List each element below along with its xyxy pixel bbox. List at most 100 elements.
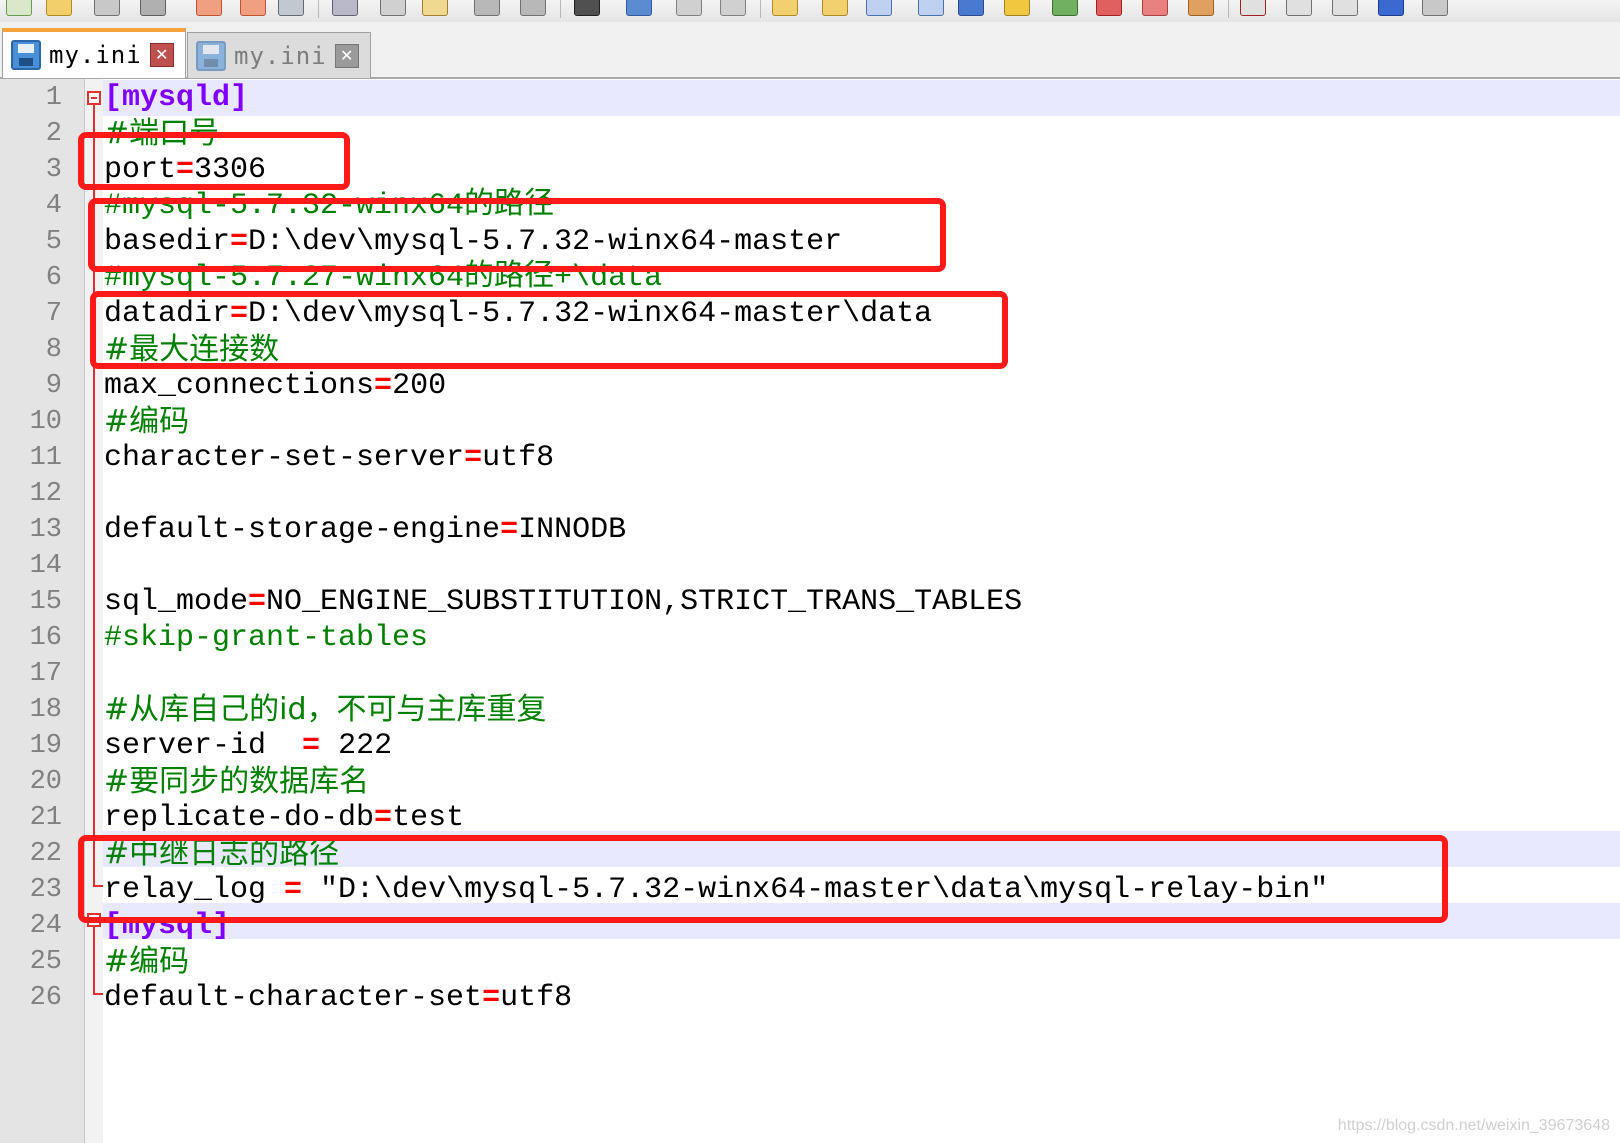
zoom-in-icon[interactable] xyxy=(676,0,702,16)
line-number: 3 xyxy=(45,155,62,185)
line-number: 4 xyxy=(45,191,62,221)
section-highlight-row xyxy=(103,80,1620,116)
assign-operator: = xyxy=(500,513,519,547)
config-value: INNODB xyxy=(518,513,627,547)
code-line[interactable]: #编码 xyxy=(104,404,189,440)
annotation-box-datadir xyxy=(90,291,1008,369)
code-line[interactable]: default-storage-engine=INNODB xyxy=(104,512,626,548)
sync-horizontal-icon[interactable] xyxy=(822,0,848,16)
code-line[interactable]: [mysqld] xyxy=(104,80,248,116)
redo-icon[interactable] xyxy=(520,0,546,16)
code-line[interactable]: replicate-do-db=test xyxy=(104,800,464,836)
line-number: 16 xyxy=(29,623,62,653)
line-number: 14 xyxy=(29,551,62,581)
code-line[interactable]: #从库自己的id，不可与主库重复 xyxy=(104,692,547,728)
code-line[interactable]: #要同步的数据库名 xyxy=(104,764,369,800)
line-number: 5 xyxy=(45,227,62,257)
line-number: 15 xyxy=(29,587,62,617)
assign-operator: = xyxy=(482,981,501,1015)
language-icon[interactable] xyxy=(1004,0,1030,16)
save-all-icon[interactable] xyxy=(140,0,166,16)
zoom-out-icon[interactable] xyxy=(720,0,746,16)
line-number: 22 xyxy=(29,839,62,869)
line-number: 6 xyxy=(45,263,62,293)
fold-collapse-icon[interactable] xyxy=(87,91,101,105)
macro-record-icon[interactable] xyxy=(1240,0,1266,16)
print-icon[interactable] xyxy=(278,0,304,16)
assign-operator: = xyxy=(248,585,267,619)
line-number: 9 xyxy=(45,371,62,401)
macro-save-icon[interactable] xyxy=(1422,0,1448,16)
code-editor[interactable]: 1 2 3 4 5 6 7 8 9 10 11 12 13 14 15 16 1… xyxy=(0,79,1620,1143)
assign-operator: = xyxy=(374,801,393,835)
line-number: 2 xyxy=(45,119,62,149)
config-value: utf8 xyxy=(500,981,573,1015)
line-number: 26 xyxy=(29,983,62,1013)
undo-icon[interactable] xyxy=(474,0,500,16)
tab-my-ini-inactive[interactable]: my.ini ✕ xyxy=(187,32,371,78)
watermark: https://blog.csdn.net/weixin_39673648 xyxy=(1337,1117,1610,1134)
config-key: server-id xyxy=(104,729,303,763)
indent-guide-icon[interactable] xyxy=(958,0,984,16)
code-line[interactable]: sql_mode=NO_ENGINE_SUBSTITUTION,STRICT_T… xyxy=(104,584,1022,620)
code-line[interactable]: #skip-grant-tables xyxy=(104,620,428,656)
toolbar-separator xyxy=(1228,0,1229,18)
copy-icon[interactable] xyxy=(380,0,406,16)
line-number: 21 xyxy=(29,803,62,833)
tab-label: my.ini xyxy=(234,41,327,70)
toolbar-separator xyxy=(560,0,561,18)
macro-stop-icon[interactable] xyxy=(1286,0,1312,16)
toolbar xyxy=(0,0,1620,23)
saved-file-icon xyxy=(11,40,41,70)
monitoring-icon[interactable] xyxy=(1188,0,1214,16)
sync-vertical-icon[interactable] xyxy=(772,0,798,16)
close-tab-icon[interactable]: ✕ xyxy=(149,43,174,67)
comment: #编码 xyxy=(104,404,190,439)
tab-bar: my.ini ✕ my.ini ✕ xyxy=(0,22,1620,79)
annotation-box-basedir xyxy=(88,198,946,272)
show-all-chars-icon[interactable] xyxy=(918,0,944,16)
paste-icon[interactable] xyxy=(422,0,448,16)
line-number: 7 xyxy=(45,299,62,329)
section-header: [mysqld] xyxy=(104,81,249,115)
macro-play-icon[interactable] xyxy=(1332,0,1358,16)
find-icon[interactable] xyxy=(574,0,600,16)
code-line[interactable]: #编码 xyxy=(104,944,189,980)
word-wrap-icon[interactable] xyxy=(866,0,892,16)
toolbar-separator xyxy=(760,0,761,18)
replace-icon[interactable] xyxy=(626,0,652,16)
config-value: NO_ENGINE_SUBSTITUTION,STRICT_TRANS_TABL… xyxy=(266,585,1023,619)
config-key: default-character-set xyxy=(104,981,483,1015)
code-line[interactable]: default-character-set=utf8 xyxy=(104,980,572,1016)
code-line[interactable]: server-id = 222 xyxy=(104,728,392,764)
fold-end-marker xyxy=(93,993,103,995)
close-tab-icon[interactable]: ✕ xyxy=(334,43,359,68)
code-line[interactable]: max_connections=200 xyxy=(104,368,446,404)
line-number: 24 xyxy=(29,911,62,941)
config-key: replicate-do-db xyxy=(104,801,375,835)
line-number: 20 xyxy=(29,767,62,797)
save-icon[interactable] xyxy=(94,0,120,16)
macro-run-multiple-icon[interactable] xyxy=(1378,0,1404,16)
annotation-box-relay-log xyxy=(78,835,1448,923)
config-value: utf8 xyxy=(482,441,555,475)
code-line[interactable]: character-set-server=utf8 xyxy=(104,440,554,476)
line-number: 8 xyxy=(45,335,62,365)
line-number: 1 xyxy=(45,83,62,113)
close-all-icon[interactable] xyxy=(240,0,266,16)
cut-icon[interactable] xyxy=(332,0,358,16)
line-number: 23 xyxy=(29,875,62,905)
config-key: character-set-server xyxy=(104,441,465,475)
new-file-icon[interactable] xyxy=(6,0,32,16)
doc-map-icon[interactable] xyxy=(1052,0,1078,16)
close-file-icon[interactable] xyxy=(196,0,222,16)
tab-my-ini-active[interactable]: my.ini ✕ xyxy=(2,28,186,78)
config-value: 222 xyxy=(320,729,393,763)
function-list-icon[interactable] xyxy=(1096,0,1122,16)
fold-line xyxy=(93,927,95,993)
assign-operator: = xyxy=(374,369,393,403)
folder-workspace-icon[interactable] xyxy=(1142,0,1168,16)
line-number: 12 xyxy=(29,479,62,509)
config-value: test xyxy=(392,801,465,835)
open-folder-icon[interactable] xyxy=(46,0,72,16)
